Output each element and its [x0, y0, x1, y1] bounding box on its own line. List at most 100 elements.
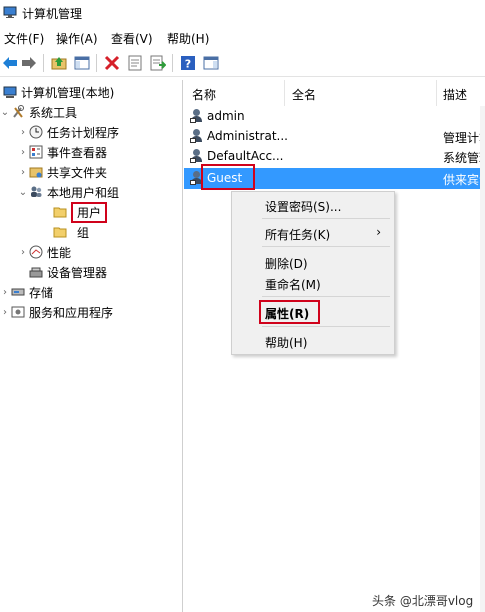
event-viewer-icon [28, 144, 44, 160]
row-description: 供来宾访 [443, 173, 485, 187]
tree-label-users-highlighted: 用户 [71, 201, 108, 223]
menu-item-label: 删除(D) [265, 257, 308, 271]
tree-label: 服务和应用程序 [29, 305, 114, 320]
tree-node-users[interactable]: 用户 [52, 201, 108, 223]
back-arrow-icon[interactable] [1, 54, 19, 72]
title-bar: 计算机管理 [0, 0, 485, 26]
column-divider[interactable] [436, 80, 437, 106]
tree-node-event-viewer[interactable]: › 事件查看器 [18, 142, 107, 162]
toggle-action-pane-icon[interactable] [202, 54, 220, 72]
tree-label: 性能 [47, 245, 72, 260]
up-folder-icon[interactable] [50, 54, 68, 72]
menu-item-set-password[interactable]: 设置密码(S)... [233, 194, 391, 216]
menu-action[interactable]: 操作(A) [56, 30, 98, 47]
row-name-cell: Administrat... [190, 129, 288, 143]
menu-item-label: 所有任务(K) [265, 228, 331, 242]
tree-label: 共享文件夹 [47, 165, 108, 180]
row-name-cell: admin [190, 109, 245, 123]
tools-icon [10, 104, 26, 120]
tree-node-computer-management[interactable]: 计算机管理(本地) [2, 82, 114, 102]
menu-separator [262, 326, 390, 327]
clock-icon [28, 124, 44, 140]
toolbar-separator [43, 54, 44, 72]
chevron-down-icon[interactable]: ⌄ [18, 187, 28, 198]
toolbar: ? [0, 50, 485, 77]
tree-node-system-tools[interactable]: ⌄ 系统工具 [0, 102, 77, 122]
tree-node-task-scheduler[interactable]: › 任务计划程序 [18, 122, 119, 142]
chevron-right-icon: › [376, 225, 381, 239]
menu-item-delete[interactable]: 删除(D) [233, 251, 391, 273]
column-divider[interactable] [284, 80, 285, 106]
window-title: 计算机管理 [22, 7, 83, 21]
tree-node-performance[interactable]: › 性能 [18, 242, 71, 262]
chevron-right-icon[interactable]: › [0, 307, 10, 318]
tree-node-local-users-groups[interactable]: ⌄ 本地用户和组 [18, 182, 119, 202]
menu-item-label: 重命名(M) [265, 278, 321, 292]
toolbar-separator [172, 54, 173, 72]
tree-label: 存储 [29, 285, 54, 300]
chevron-right-icon[interactable]: › [18, 127, 28, 138]
table-row[interactable]: admin [184, 107, 485, 127]
console-tree: 计算机管理(本地) ⌄ 系统工具 › 任务计划程序 › 事件查看器 › 共享文件… [0, 80, 183, 612]
toolbar-separator [96, 54, 97, 72]
menu-file[interactable]: 文件(F) [4, 30, 44, 47]
device-manager-icon [28, 264, 44, 280]
properties-icon[interactable] [126, 54, 144, 72]
row-name: DefaultAcc... [207, 149, 284, 163]
tree-label: 系统工具 [29, 105, 78, 120]
chevron-down-icon[interactable]: ⌄ [0, 107, 10, 118]
folder-icon [52, 224, 68, 240]
tree-node-shared-folders[interactable]: › 共享文件夹 [18, 162, 107, 182]
menu-separator [262, 246, 390, 247]
chevron-right-icon[interactable]: › [0, 287, 10, 298]
properties-highlight-box [259, 300, 320, 324]
row-description: 系统管理 [443, 151, 485, 165]
row-name: Administrat... [207, 129, 288, 143]
tree-label: 组 [77, 225, 90, 240]
help-icon[interactable]: ? [179, 54, 197, 72]
watermark: 头条 @北漂哥vlog [372, 594, 474, 608]
export-list-icon[interactable] [149, 54, 167, 72]
folder-icon [52, 204, 68, 220]
chevron-right-icon[interactable]: › [18, 147, 28, 158]
tree-label: 计算机管理(本地) [21, 85, 115, 100]
menu-separator [262, 296, 390, 297]
tree-label: 任务计划程序 [47, 125, 120, 140]
tree-node-storage[interactable]: › 存储 [0, 282, 53, 302]
table-row[interactable]: Administrat... 管理计算 [184, 127, 485, 147]
row-name: admin [207, 109, 245, 123]
scrollbar[interactable] [480, 106, 485, 612]
forward-arrow-icon[interactable] [20, 54, 38, 72]
context-menu: 设置密码(S)... 所有任务(K) › 删除(D) 重命名(M) 属性(R) … [231, 191, 395, 355]
delete-icon[interactable] [103, 54, 121, 72]
tree-node-device-manager[interactable]: 设备管理器 [18, 262, 107, 282]
svg-text:?: ? [185, 58, 191, 71]
tree-node-services-apps[interactable]: › 服务和应用程序 [0, 302, 113, 322]
user-icon [190, 149, 204, 163]
guest-highlight-box [201, 164, 255, 190]
menu-help[interactable]: 帮助(H) [167, 30, 209, 47]
user-icon [190, 129, 204, 143]
menu-view[interactable]: 查看(V) [111, 30, 153, 47]
chevron-right-icon[interactable]: › [18, 167, 28, 178]
menu-separator [262, 218, 390, 219]
tree-label: 事件查看器 [47, 145, 108, 160]
tree-node-groups[interactable]: 组 [52, 222, 95, 242]
row-description: 管理计算 [443, 131, 485, 145]
users-group-icon [28, 184, 44, 200]
user-icon [190, 109, 204, 123]
menu-item-help[interactable]: 帮助(H) [233, 330, 391, 352]
chevron-right-icon[interactable]: › [18, 247, 28, 258]
row-name-cell: DefaultAcc... [190, 149, 283, 163]
menu-item-label: 帮助(H) [265, 336, 308, 350]
menu-item-all-tasks[interactable]: 所有任务(K) › [233, 222, 391, 244]
computer-icon [2, 84, 18, 100]
menu-bar: 文件(F) 操作(A) 查看(V) 帮助(H) [0, 28, 485, 48]
show-hide-tree-icon[interactable] [73, 54, 91, 72]
performance-icon [28, 244, 44, 260]
services-icon [10, 304, 26, 320]
menu-item-label: 设置密码(S)... [265, 200, 342, 214]
tree-label: 设备管理器 [47, 265, 108, 280]
tree-label: 本地用户和组 [47, 185, 120, 200]
menu-item-rename[interactable]: 重命名(M) [233, 272, 391, 294]
